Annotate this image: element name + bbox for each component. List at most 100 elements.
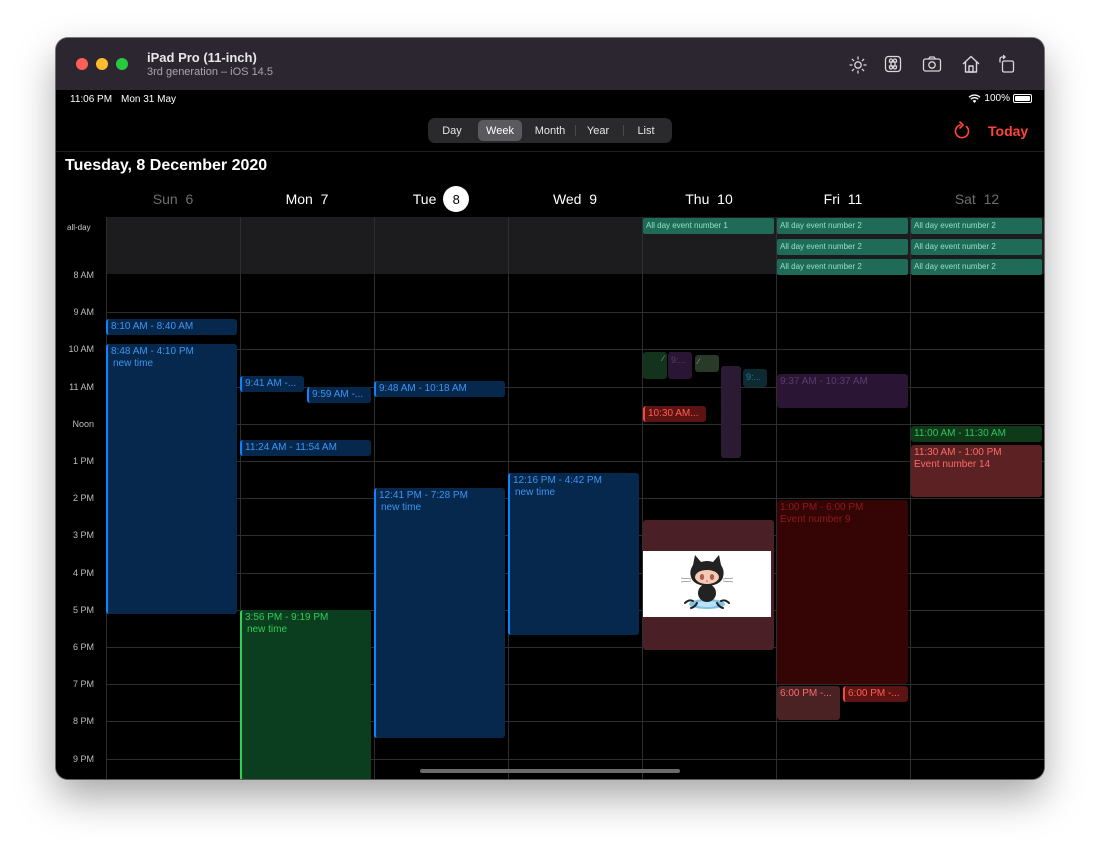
event-time: 9:... (746, 372, 762, 382)
minimize-window-button[interactable] (96, 58, 108, 70)
calendar-event[interactable]: 9:41 AM -... (240, 376, 304, 392)
day-name: Mon (285, 191, 313, 207)
tab-month[interactable]: Month (526, 120, 574, 141)
event-note: new time (113, 358, 154, 369)
hour-line (106, 312, 1044, 313)
event-time: 8:48 AM - 4:10 PM (111, 346, 194, 357)
attachment-icon: ∕ (662, 354, 664, 363)
tab-day[interactable]: Day (432, 120, 472, 141)
allday-event[interactable]: All day event number 2 (911, 259, 1042, 275)
event-time: 11:00 AM - 11:30 AM (914, 428, 1006, 439)
close-window-button[interactable] (76, 58, 88, 70)
battery-percent: 100% (984, 93, 1010, 104)
hour-label: 1 PM (72, 456, 94, 466)
calendar-event[interactable]: 6:00 PM -... (777, 686, 840, 720)
event-time: 9:41 AM -... (245, 378, 297, 389)
calendar-event[interactable]: 11:24 AM - 11:54 AM (240, 440, 371, 456)
hour-label: 8 AM (73, 270, 94, 280)
calendar-event[interactable]: 3:56 PM - 9:19 PM new time (240, 610, 371, 779)
github-octocat-image (643, 551, 771, 617)
day-header-sat[interactable]: Sat 12 (910, 187, 1044, 211)
day-number: 6 (185, 191, 194, 207)
ipad-screen: 11:06 PM Mon 31 May 100% Day Week Month … (56, 90, 1044, 779)
home-icon[interactable] (960, 53, 982, 75)
allday-event[interactable]: All day event number 2 (777, 218, 908, 234)
hour-label: 9 AM (73, 307, 94, 317)
calendar-event[interactable]: 9:59 AM -... (307, 387, 371, 403)
event-time: 12:16 PM - 4:42 PM (513, 475, 602, 486)
allday-event[interactable]: All day event number 2 (911, 218, 1042, 234)
tab-year[interactable]: Year (576, 120, 620, 141)
day-header-fri[interactable]: Fri 11 (776, 187, 910, 211)
day-header-tue[interactable]: Tue 8 (374, 186, 508, 212)
tab-list[interactable]: List (624, 120, 668, 141)
event-time: 9:... (671, 355, 687, 365)
event-time: 11:30 AM - 1:00 PM (914, 447, 1002, 458)
day-header-wed[interactable]: Wed 9 (508, 187, 642, 211)
event-note: new time (515, 487, 556, 498)
day-column-line (642, 217, 643, 779)
allday-event[interactable]: All day event number 2 (911, 239, 1042, 255)
calendar-event[interactable]: 10:30 AM... (643, 406, 706, 422)
hour-label: 11 AM (69, 382, 94, 392)
calendar-event[interactable]: 8:48 AM - 4:10 PM new time (106, 344, 237, 614)
calendar-event[interactable]: 6:00 PM -... (843, 686, 908, 702)
hour-label: Noon (72, 419, 94, 429)
calendar-event[interactable]: 11:00 AM - 11:30 AM (911, 426, 1042, 442)
calendar-event[interactable]: 8:10 AM - 8:40 AM (106, 319, 237, 335)
event-note: new time (247, 624, 288, 635)
day-number: 10 (717, 191, 733, 207)
event-time: 11:24 AM - 11:54 AM (245, 442, 337, 453)
status-date: Mon 31 May (121, 94, 177, 105)
simulator-window: iPad Pro (11-inch) 3rd generation – iOS … (56, 38, 1044, 779)
day-header-thu[interactable]: Thu 10 (642, 187, 776, 211)
zoom-window-button[interactable] (116, 58, 128, 70)
home-indicator[interactable] (420, 769, 680, 773)
calendar-event[interactable]: 12:41 PM - 7:28 PM new time (374, 488, 505, 738)
day-name: Fri (823, 191, 840, 207)
calendar-event[interactable]: 11:30 AM - 1:00 PM Event number 14 (911, 445, 1042, 497)
allday-event[interactable]: All day event number 2 (777, 239, 908, 255)
hour-label: 8 PM (72, 716, 94, 726)
window-subtitle: 3rd generation – iOS 14.5 (147, 66, 273, 78)
calendar-event[interactable]: 9:... (668, 352, 692, 379)
calendar-event[interactable]: 9:37 AM - 10:37 AM (777, 374, 908, 408)
brightness-icon[interactable] (847, 53, 869, 75)
allday-event[interactable]: All day event number 1 (643, 218, 774, 234)
hour-line (106, 349, 1044, 350)
event-note: Event number 9 (780, 514, 851, 525)
window-title: iPad Pro (11-inch) (147, 50, 257, 65)
calendar-event[interactable]: 9:... (743, 369, 767, 387)
command-key-icon[interactable] (882, 53, 904, 75)
today-button[interactable]: Today (988, 123, 1028, 139)
allday-event[interactable]: All day event number 2 (777, 259, 908, 275)
hour-line (106, 424, 1044, 425)
day-name: Wed (552, 191, 582, 207)
day-number: 7 (320, 191, 329, 207)
rotate-icon[interactable] (996, 53, 1018, 75)
calendar-event[interactable]: ∕ (643, 352, 667, 379)
event-time: 12:41 PM - 7:28 PM (379, 490, 468, 501)
calendar-event[interactable] (721, 366, 741, 458)
calendar-event[interactable]: 12:16 PM - 4:42 PM new time (508, 473, 639, 635)
day-header-sun[interactable]: Sun 6 (106, 187, 240, 211)
hour-label: 10 AM (68, 344, 94, 354)
calendar-event[interactable]: 9:48 AM - 10:18 AM (374, 381, 505, 397)
event-time: 3:56 PM - 9:19 PM (245, 612, 329, 623)
event-time: 1:00 PM - 6:00 PM (780, 502, 864, 513)
status-indicators: 100% (968, 93, 1032, 104)
event-time: 10:30 AM... (648, 408, 699, 419)
wifi-icon (968, 93, 981, 103)
calendar-event[interactable]: 1:00 PM - 6:00 PM Event number 9 (777, 500, 908, 684)
event-time: 9:48 AM - 10:18 AM (379, 383, 467, 394)
refresh-icon[interactable] (952, 120, 972, 142)
allday-label: all-day (67, 223, 91, 232)
attachment-icon: ∕ (698, 357, 700, 366)
day-header-mon[interactable]: Mon 7 (240, 187, 374, 211)
screenshot-icon[interactable] (921, 53, 943, 75)
hour-label: 7 PM (72, 679, 94, 689)
day-name: Sun (152, 191, 178, 207)
day-number: 12 (983, 191, 1000, 207)
tab-week[interactable]: Week (478, 120, 522, 141)
calendar-event[interactable]: ∕ (695, 355, 719, 372)
